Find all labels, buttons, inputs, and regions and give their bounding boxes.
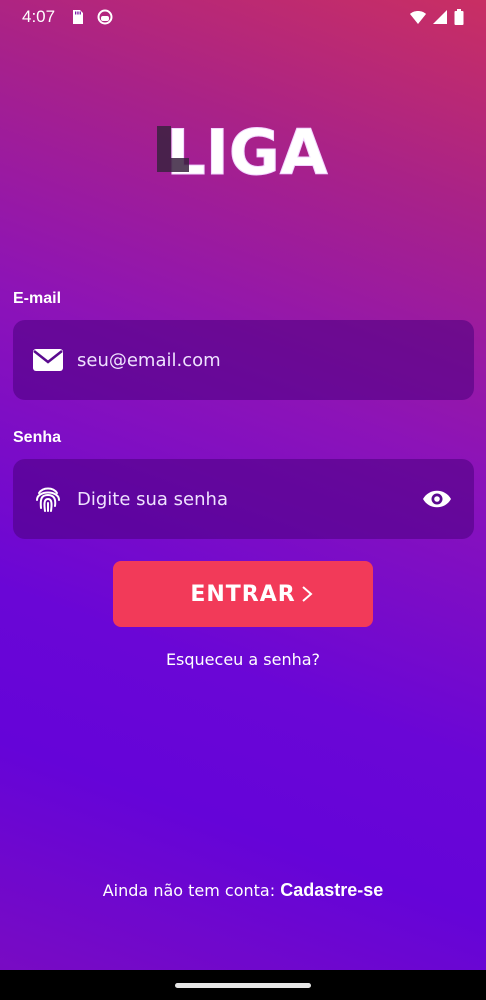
email-label: E-mail <box>13 290 62 307</box>
logo-text: LIGA <box>166 116 327 189</box>
password-label: Senha <box>13 429 62 446</box>
signup-prefix: Ainda não tem conta: <box>102 881 281 900</box>
forgot-password-link[interactable]: Esqueceu a senha? <box>0 650 486 669</box>
wifi-icon <box>410 11 426 24</box>
signup-prompt: Ainda não tem conta: Cadastre-se <box>0 880 486 901</box>
signup-link[interactable]: Cadastre-se <box>280 880 383 900</box>
chevron-right-icon <box>302 586 313 602</box>
login-button[interactable]: ENTRAR <box>113 561 373 627</box>
login-button-label: ENTRAR <box>190 581 296 607</box>
app-logo: LIGA <box>0 112 486 192</box>
password-field-container[interactable] <box>13 459 474 539</box>
status-icons-right <box>410 9 464 25</box>
status-bar: 4:07 <box>0 0 486 34</box>
status-icons-left <box>69 9 113 25</box>
status-time: 4:07 <box>22 7 56 26</box>
navigation-bar <box>0 970 486 1000</box>
password-input[interactable] <box>77 488 420 510</box>
home-handle[interactable] <box>175 982 311 988</box>
fingerprint-icon <box>33 484 63 514</box>
eye-icon[interactable] <box>420 482 454 516</box>
notification-face-icon <box>97 9 113 25</box>
battery-icon <box>454 9 464 25</box>
envelope-icon <box>33 345 63 375</box>
cell-signal-icon <box>433 10 447 24</box>
sd-card-icon <box>73 10 84 24</box>
email-field-container[interactable] <box>13 320 474 400</box>
email-input[interactable] <box>77 349 454 371</box>
liga-logo-icon: LIGA <box>157 116 328 190</box>
